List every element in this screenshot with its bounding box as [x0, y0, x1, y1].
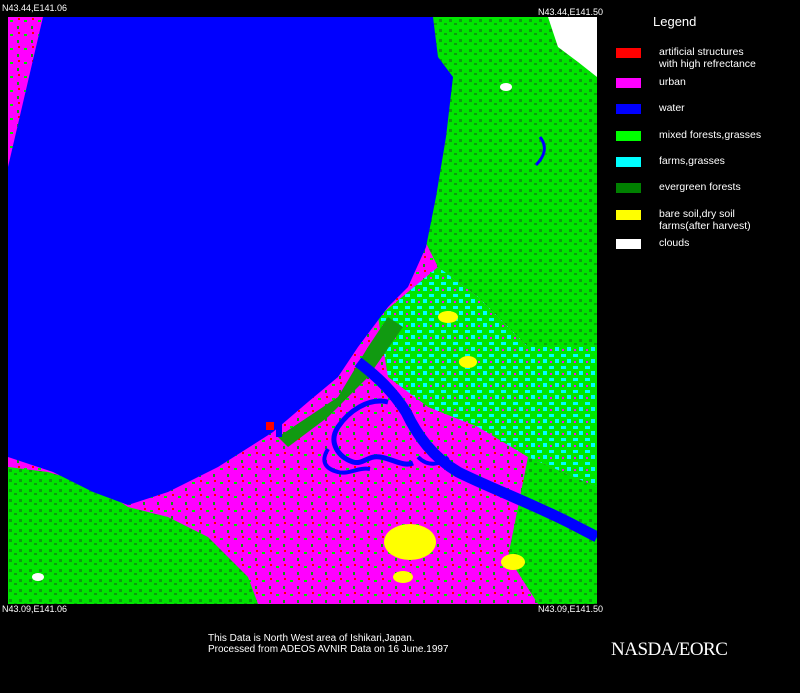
legend-swatch [616, 183, 641, 193]
legend-swatch [616, 210, 641, 220]
legend-label: bare soil,dry soil farms(after harvest) [659, 208, 751, 232]
legend-label: urban [659, 76, 686, 88]
legend-swatch [616, 104, 641, 114]
corner-coordinate-bottom-left: N43.09,E141.06 [2, 604, 68, 614]
legend-item-artificial-structures: artificial structures with high refrecta… [612, 46, 800, 70]
legend-swatch [616, 157, 641, 167]
legend-label: farms,grasses [659, 155, 725, 167]
legend-swatch [616, 239, 641, 249]
legend-swatch [616, 131, 641, 141]
legend-item-evergreen-forests: evergreen forests [612, 181, 800, 205]
legend-label: water [659, 102, 685, 114]
legend-item-clouds: clouds [612, 237, 800, 261]
legend-label: evergreen forests [659, 181, 741, 193]
legend-item-water: water [612, 102, 800, 126]
legend-item-urban: urban [612, 76, 800, 100]
legend-item-bare-soil: bare soil,dry soil farms(after harvest) [612, 208, 800, 232]
legend-label: clouds [659, 237, 690, 249]
legend-label: artificial structures with high refrecta… [659, 46, 756, 70]
legend-label: mixed forests,grasses [659, 129, 762, 141]
caption-line-1: This Data is North West area of Ishikari… [208, 633, 415, 644]
corner-coordinate-bottom-right: N43.09,E141.50 [538, 604, 604, 614]
legend-swatch [616, 48, 641, 58]
corner-coordinate-top-left: N43.44,E141.06 [2, 3, 68, 13]
map-caption: This Data is North West area of Ishikari… [208, 633, 449, 655]
credit-logo-text: NASDA/EORC [611, 639, 728, 660]
legend-item-farms: farms,grasses [612, 155, 800, 179]
satellite-land-cover-map [8, 17, 597, 604]
legend-item-mixed-forests: mixed forests,grasses [612, 129, 800, 153]
legend-swatch [616, 78, 641, 88]
caption-line-2: Processed from ADEOS AVNIR Data on 16 Ju… [208, 644, 449, 655]
legend-title: Legend [653, 14, 697, 29]
